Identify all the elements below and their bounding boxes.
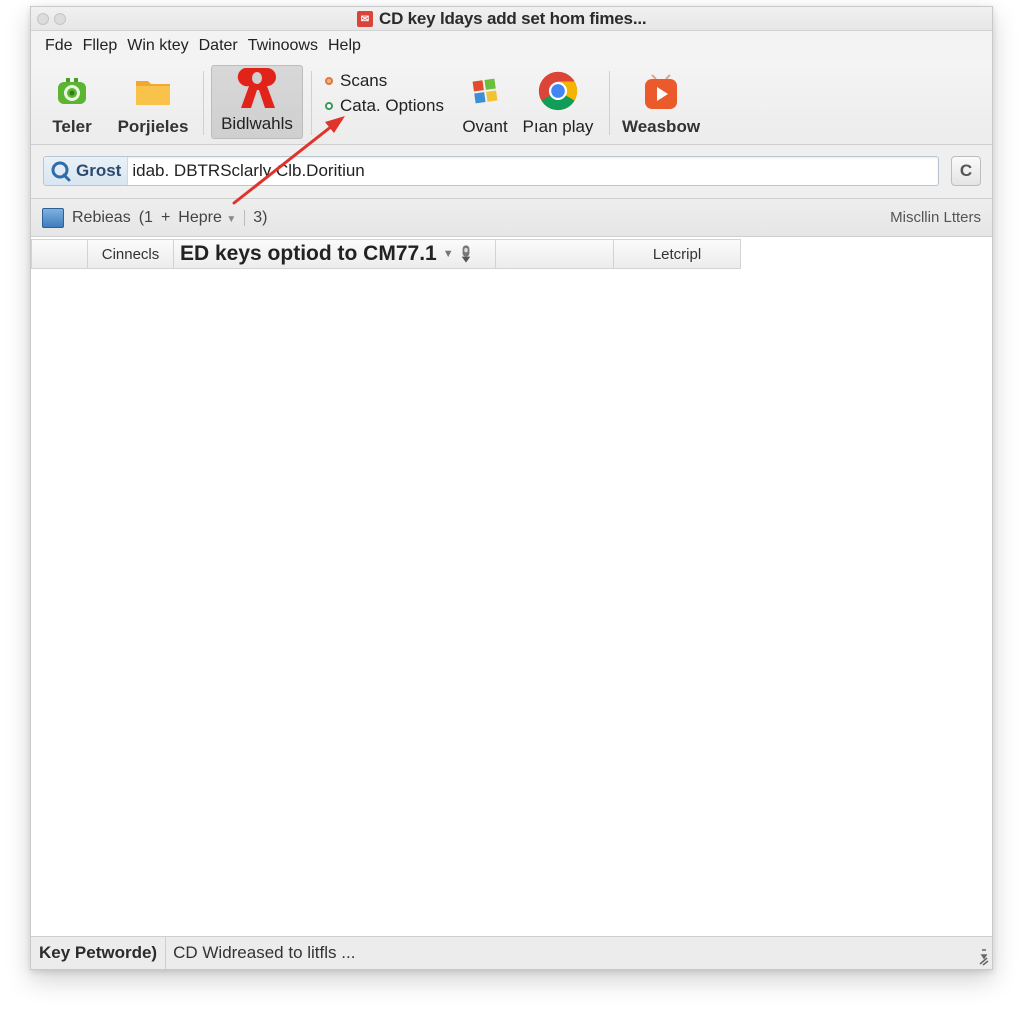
app-window: ✉ CD key ldays add set hom fimes... Fde … (30, 6, 993, 970)
title-bar: ✉ CD key ldays add set hom fimes... (31, 7, 992, 31)
tool-label: Ovant (462, 117, 508, 136)
address-value[interactable]: idab. DBTRSclarly Clb.Doritiun (128, 161, 364, 181)
status-bar: Key Petworde) CD Widreased to litfls ... (31, 936, 992, 969)
resize-grip-icon[interactable] (979, 946, 989, 966)
close-window-button[interactable] (37, 13, 49, 25)
folder-view-icon (42, 207, 64, 228)
toolbar-separator (203, 71, 204, 135)
tab-cinnecls[interactable]: Cinnecls (87, 239, 173, 269)
tab-empty[interactable] (495, 239, 613, 269)
secondary-toolbar: Rebieas (1 + Hepre ▼ 3) Miscllin Ltters (31, 199, 992, 237)
window-title: CD key ldays add set hom fimes... (379, 9, 647, 28)
search-scope-button[interactable]: Grost (44, 157, 129, 185)
orange-bullet-icon (325, 77, 333, 85)
hepre-dropdown[interactable]: Hepre ▼ (178, 209, 236, 227)
green-bullet-icon (325, 102, 333, 110)
toolbar-options: Scans Cata. Options (325, 71, 444, 116)
toolbar-separator (311, 71, 312, 135)
tab-bar: Cinnecls ED keys optiod to CM77.1 ▼ Letc… (31, 239, 741, 269)
tool-label: Porjieles (117, 117, 189, 136)
option-scans[interactable]: Scans (325, 71, 444, 91)
tab-label: Cinnecls (101, 245, 160, 263)
tab-label: ED keys optiod to CM77.1 (180, 242, 437, 265)
folder-label[interactable]: Rebieas (72, 209, 131, 227)
option-cata-options[interactable]: Cata. Options (325, 96, 444, 116)
tool-pian-play-button[interactable]: Pıan play (521, 61, 595, 145)
menu-bar: Fde Fllep Win ktey Dater Twinoows Help (31, 31, 992, 61)
caret-down-icon: ▼ (442, 248, 454, 260)
refresh-icon: C (959, 161, 973, 180)
address-row: Grost idab. DBTRSclarly Clb.Doritiun C (31, 145, 992, 199)
windows-logo-icon (465, 71, 505, 111)
separator (244, 209, 246, 226)
search-scope-label: Grost (76, 161, 122, 180)
menu-item-fde[interactable]: Fde (45, 37, 73, 55)
menu-item-dater[interactable]: Dater (199, 37, 238, 55)
tool-label: Bidlwahls (221, 114, 293, 133)
tab-label: Letcripl (652, 245, 702, 263)
menu-item-win-ktey[interactable]: Win ktey (127, 37, 188, 55)
window-controls (37, 13, 66, 25)
add-button[interactable]: + (161, 209, 170, 227)
tool-porjieles-button[interactable]: Porjieles (115, 61, 191, 145)
status-key-label: Key Petworde) (31, 937, 167, 969)
address-field[interactable]: Grost idab. DBTRSclarly Clb.Doritiun (43, 156, 939, 186)
tool-ovant-button[interactable]: Ovant (455, 61, 515, 145)
tool-label: Teler (52, 117, 92, 136)
toolbar-separator (609, 71, 610, 135)
option-label: Scans (340, 71, 388, 90)
folder-icon (133, 71, 173, 111)
microphone-icon (461, 245, 470, 263)
tool-weasbow-button[interactable]: Weasbow (619, 61, 703, 145)
tool-bidlwahls-button[interactable]: Bidlwahls (211, 65, 303, 139)
tool-label: Pıan play (522, 117, 594, 136)
toolbar: Teler Porjieles Bidlwahls Scans Cata. Op… (31, 61, 992, 145)
minimize-window-button[interactable] (54, 13, 66, 25)
chrome-icon (538, 71, 578, 111)
menu-item-fllep[interactable]: Fllep (83, 37, 118, 55)
tool-label: Weasbow (621, 117, 701, 136)
menu-item-help[interactable]: Help (328, 37, 361, 55)
tab-blank[interactable] (31, 239, 87, 269)
play-icon (641, 71, 681, 111)
red-logo-icon (237, 68, 277, 108)
main-content-area (31, 269, 992, 937)
menu-item-twinoows[interactable]: Twinoows (248, 37, 318, 55)
search-icon (51, 161, 71, 182)
count-prefix: (1 (138, 208, 153, 226)
tab-ed-keys[interactable]: ED keys optiod to CM77.1 ▼ (173, 239, 495, 269)
tool-teler-button[interactable]: Teler (41, 61, 103, 145)
dropdown-label: Hepre (178, 208, 222, 226)
green-camera-icon (52, 71, 92, 111)
status-message: CD Widreased to litfls ... (173, 943, 356, 962)
option-label: Cata. Options (340, 96, 444, 115)
refresh-button[interactable]: C (951, 156, 981, 186)
caret-down-icon: ▼ (226, 213, 237, 225)
tab-letcripl[interactable]: Letcripl (613, 239, 741, 269)
miscllin-ltters-link[interactable]: Miscllin Ltters (890, 209, 981, 226)
count-suffix: 3) (253, 208, 268, 226)
app-icon: ✉ (357, 11, 373, 27)
